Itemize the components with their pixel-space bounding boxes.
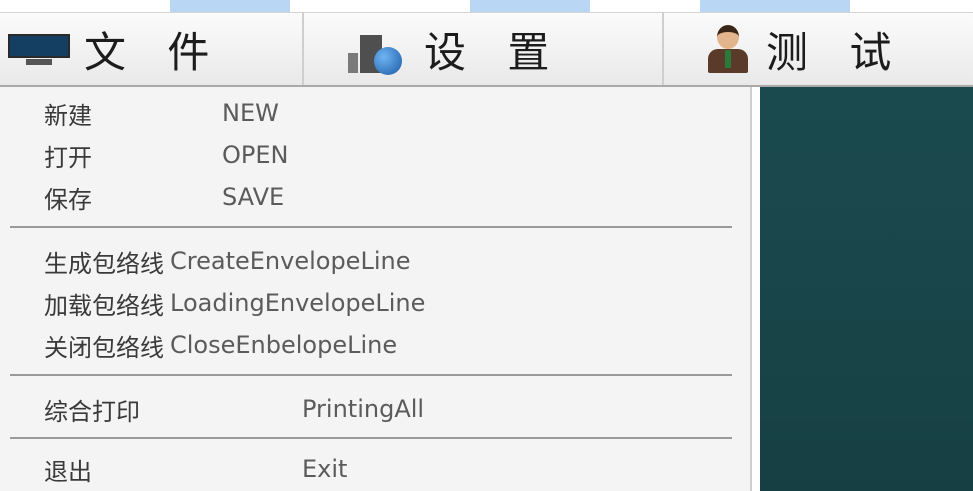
person-icon [704,23,752,75]
menu-test-label: 测 试 [766,27,906,77]
top-banner-strip [0,0,973,12]
menu-item-save[interactable]: 保存 SAVE [44,175,284,219]
menu-item-en: CloseEnbelopeLine [170,331,398,359]
file-dropdown-menu: 新建 NEW 打开 OPEN 保存 SAVE 生成包络线 CreateEnvel… [0,87,752,491]
menu-item-cn: 生成包络线 [44,249,164,278]
menu-item-en: CreateEnvelopeLine [170,247,411,275]
menu-divider [10,437,732,439]
settings-icon [344,23,410,75]
monitor-icon [8,32,70,66]
banner-shape [470,0,590,12]
menu-item-open[interactable]: 打开 OPEN [44,133,288,177]
menu-item-load-envelope[interactable]: 加载包络线 LoadingEnvelopeLine [44,281,425,325]
menu-item-new[interactable]: 新建 NEW [44,91,279,135]
menu-item-exit[interactable]: 退出 Exit [44,447,347,491]
menu-item-cn: 综合打印 [44,397,140,426]
menu-file-label: 文 件 [84,27,224,77]
menu-item-cn: 关闭包络线 [44,333,164,362]
menu-bar: 文 件 设 置 测 试 [0,12,973,87]
main-workspace-panel [760,87,973,491]
menu-item-cn: 加载包络线 [44,291,164,320]
menu-item-en: NEW [222,99,279,127]
banner-shape [700,0,850,12]
menu-settings-label: 设 置 [424,27,564,77]
menu-item-en: PrintingAll [302,395,425,423]
menu-item-create-envelope[interactable]: 生成包络线 CreateEnvelopeLine [44,239,410,283]
menu-item-print-all[interactable]: 综合打印 PrintingAll [44,387,424,431]
menu-item-cn: 退出 [44,457,92,486]
menu-divider [10,226,732,228]
menu-file[interactable]: 文 件 [0,13,304,85]
menu-item-en: SAVE [222,183,285,211]
menu-item-close-envelope[interactable]: 关闭包络线 CloseEnbelopeLine [44,323,397,367]
menu-divider [10,374,732,376]
menu-settings[interactable]: 设 置 [304,13,664,85]
banner-shape [170,0,290,12]
menu-item-en: LoadingEnvelopeLine [170,289,426,317]
menu-item-cn: 保存 [44,185,92,214]
menu-item-en: Exit [302,455,348,483]
menu-test[interactable]: 测 试 [664,13,964,85]
menu-item-cn: 新建 [44,101,92,130]
menu-item-en: OPEN [222,141,289,169]
menu-item-cn: 打开 [44,143,92,172]
